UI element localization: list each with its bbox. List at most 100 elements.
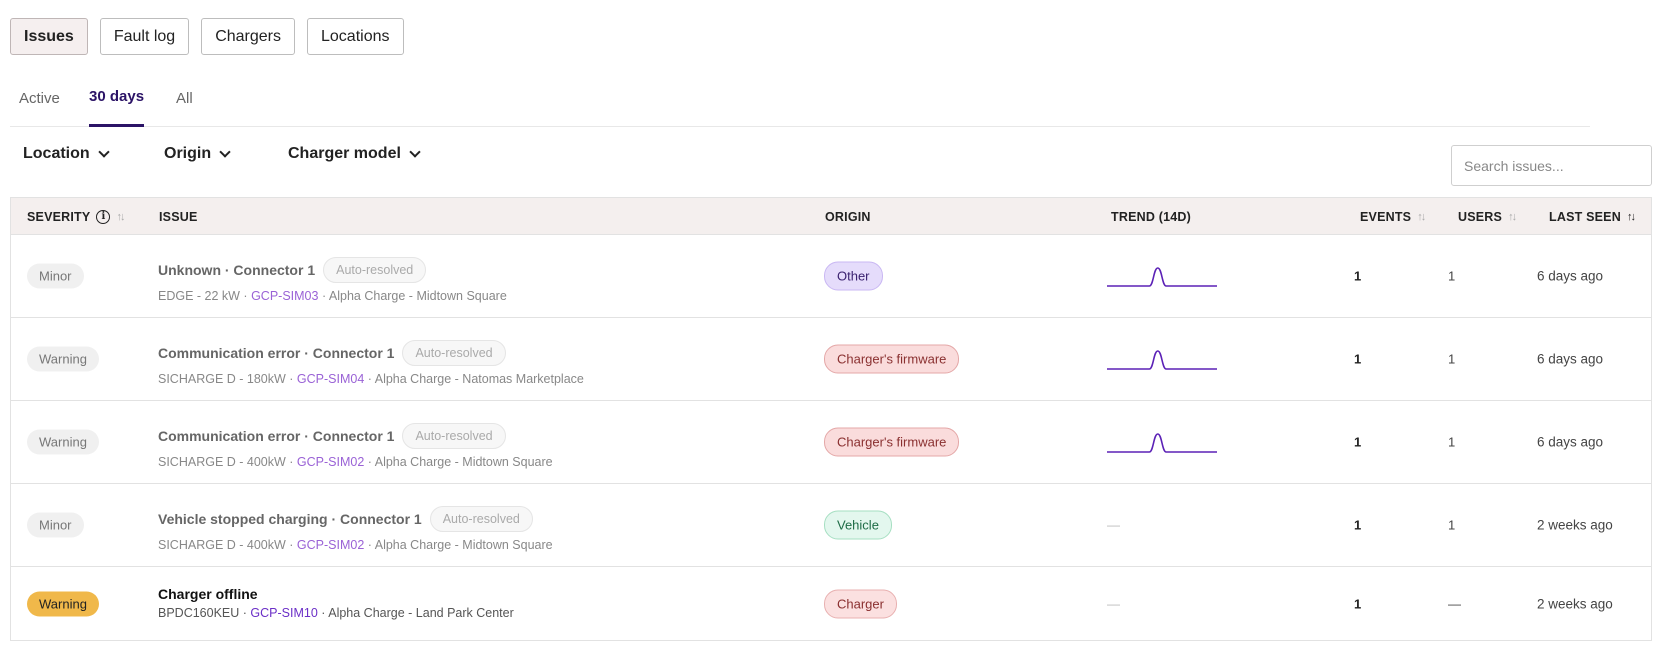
trend-sparkline	[1107, 433, 1217, 453]
severity-header-label: SEVERITY	[27, 209, 91, 224]
charger-model: BPDC160KEU ·	[158, 606, 247, 620]
trend-line	[1107, 350, 1217, 370]
issue-header: ISSUE	[159, 198, 198, 235]
issue-cell: Communication error · Connector 1 Auto-r…	[158, 423, 553, 469]
events-header-label: EVENTS	[1360, 209, 1412, 224]
severity-badge: Warning	[27, 346, 99, 372]
tab-chargers[interactable]: Chargers	[201, 18, 295, 55]
trend-line	[1107, 433, 1217, 453]
sort-icon: ↑↓	[1417, 210, 1426, 223]
auto-resolved-badge: Auto-resolved	[402, 423, 506, 449]
charger-id-link[interactable]: GCP-SIM02	[297, 538, 364, 552]
charger-model-filter-label: Charger model	[288, 145, 401, 162]
events-count: 1	[1354, 268, 1362, 284]
users-count: 1	[1448, 434, 1456, 450]
location-name: · Alpha Charge - Natomas Marketplace	[367, 372, 584, 386]
charger-id-link[interactable]: GCP-SIM04	[297, 372, 364, 386]
last-seen: 6 days ago	[1537, 351, 1604, 367]
events-count: 1	[1354, 434, 1362, 450]
issue-title: Vehicle stopped charging · Connector 1	[158, 511, 422, 527]
trend-sparkline	[1107, 350, 1217, 370]
severity-badge: Warning	[27, 429, 99, 455]
issue-cell: Charger offline BPDC160KEU · GCP-SIM10 ·…	[158, 586, 514, 620]
period-tabs: Active 30 days All	[10, 84, 1590, 127]
issue-meta: SICHARGE D - 400kW · GCP-SIM02 · Alpha C…	[158, 455, 553, 469]
location-name: · Alpha Charge - Midtown Square	[367, 455, 553, 469]
severity-badge: Warning	[27, 591, 99, 616]
issue-cell: Communication error · Connector 1 Auto-r…	[158, 340, 584, 386]
trend-header: TREND (14D)	[1111, 198, 1191, 235]
charger-id-link[interactable]: GCP-SIM02	[297, 455, 364, 469]
users-count: 1	[1448, 351, 1456, 367]
issue-title: Charger offline	[158, 586, 258, 602]
origin-filter-label: Origin	[164, 145, 212, 162]
auto-resolved-badge: Auto-resolved	[323, 257, 427, 283]
top-tabs: Issues Fault log Chargers Locations	[10, 18, 404, 55]
severity-badge: Minor	[27, 512, 84, 538]
location-filter[interactable]: Location	[23, 145, 110, 163]
issue-title: Unknown · Connector 1	[158, 262, 316, 278]
events-header[interactable]: EVENTS ↑↓	[1360, 198, 1426, 235]
table-row[interactable]: Warning Communication error · Connector …	[11, 401, 1651, 484]
table-header: SEVERITY i ↑↓ ISSUE ORIGIN TREND (14D) E…	[11, 198, 1651, 235]
chevron-down-icon	[409, 145, 421, 158]
trend-empty: —	[1107, 596, 1120, 611]
table-row[interactable]: Minor Unknown · Connector 1 Auto-resolve…	[11, 235, 1651, 318]
origin-badge: Charger's firmware	[824, 427, 960, 457]
origin-filter[interactable]: Origin	[164, 145, 231, 163]
issue-header-label: ISSUE	[159, 209, 198, 224]
severity-header[interactable]: SEVERITY i ↑↓	[27, 198, 125, 235]
location-filter-label: Location	[23, 145, 90, 162]
search-input[interactable]	[1451, 145, 1652, 186]
issue-cell: Unknown · Connector 1 Auto-resolved EDGE…	[158, 257, 507, 303]
tab-30-days[interactable]: 30 days	[89, 84, 145, 127]
origin-badge: Charger	[824, 589, 897, 618]
issues-table: SEVERITY i ↑↓ ISSUE ORIGIN TREND (14D) E…	[10, 197, 1652, 641]
users-count: 1	[1448, 268, 1456, 284]
users-header-label: USERS	[1458, 209, 1503, 224]
sort-icon: ↑↓	[1508, 210, 1517, 223]
sort-icon: ↑↓	[1626, 210, 1636, 223]
issue-meta: SICHARGE D - 400kW · GCP-SIM02 · Alpha C…	[158, 538, 553, 552]
table-row[interactable]: Warning Communication error · Connector …	[11, 318, 1651, 401]
tab-all[interactable]: All	[176, 84, 193, 127]
users-header[interactable]: USERS ↑↓	[1458, 198, 1517, 235]
charger-model: EDGE - 22 kW ·	[158, 289, 248, 303]
tab-fault-log[interactable]: Fault log	[99, 18, 190, 55]
tab-locations[interactable]: Locations	[307, 18, 404, 55]
events-count: 1	[1354, 517, 1362, 533]
charger-model: SICHARGE D - 180kW ·	[158, 372, 294, 386]
tab-issues[interactable]: Issues	[10, 18, 88, 55]
trend-header-label: TREND (14D)	[1111, 209, 1191, 224]
last-seen-header-label: LAST SEEN	[1549, 209, 1621, 224]
issue-title: Communication error · Connector 1	[158, 345, 395, 361]
tab-active[interactable]: Active	[19, 84, 60, 127]
trend-sparkline	[1107, 267, 1217, 287]
last-seen: 6 days ago	[1537, 268, 1604, 284]
origin-badge: Other	[824, 261, 883, 291]
events-count: 1	[1354, 351, 1362, 367]
location-name: · Alpha Charge - Midtown Square	[321, 289, 507, 303]
trend-line	[1107, 267, 1217, 287]
issue-meta: SICHARGE D - 180kW · GCP-SIM04 · Alpha C…	[158, 372, 584, 386]
events-count: 1	[1354, 596, 1362, 611]
charger-model: SICHARGE D - 400kW ·	[158, 455, 294, 469]
severity-badge: Minor	[27, 263, 84, 289]
issue-title: Communication error · Connector 1	[158, 428, 395, 444]
table-row[interactable]: Minor Vehicle stopped charging · Connect…	[11, 484, 1651, 567]
charger-id-link[interactable]: GCP-SIM03	[251, 289, 318, 303]
issue-cell: Vehicle stopped charging · Connector 1 A…	[158, 506, 553, 552]
table-row[interactable]: Warning Charger offline BPDC160KEU · GCP…	[11, 567, 1651, 640]
issue-meta: BPDC160KEU · GCP-SIM10 · Alpha Charge - …	[158, 606, 514, 620]
last-seen-header[interactable]: LAST SEEN ↑↓	[1549, 198, 1636, 235]
sort-icon: ↑↓	[116, 210, 125, 223]
charger-model: SICHARGE D - 400kW ·	[158, 538, 294, 552]
charger-model-filter[interactable]: Charger model	[288, 145, 421, 163]
charger-id-link[interactable]: GCP-SIM10	[250, 606, 317, 620]
chevron-down-icon	[98, 145, 110, 158]
location-name: · Alpha Charge - Midtown Square	[367, 538, 553, 552]
issue-meta: EDGE - 22 kW · GCP-SIM03 · Alpha Charge …	[158, 289, 507, 303]
trend-empty: —	[1107, 517, 1120, 533]
info-icon[interactable]: i	[96, 209, 111, 224]
users-count: 1	[1448, 517, 1456, 533]
